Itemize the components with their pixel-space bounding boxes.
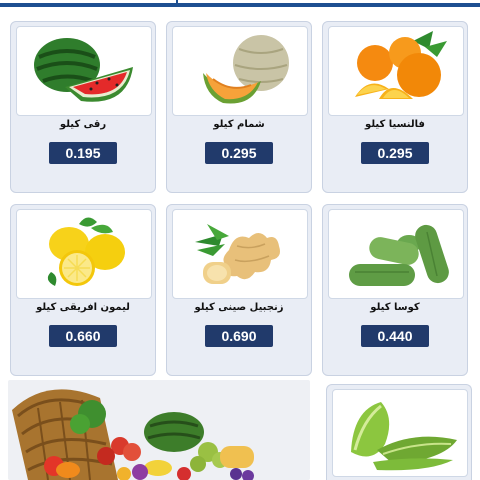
product-name: كوسا كيلو xyxy=(370,302,420,313)
lettuce-image xyxy=(332,389,468,477)
top-bar-line xyxy=(0,3,480,7)
product-card-melon[interactable]: شمام كيلو 0.295 xyxy=(166,21,312,193)
product-card-ginger[interactable]: زنجبيل صينى كيلو 0.690 xyxy=(166,204,312,376)
orange-icon xyxy=(355,31,447,99)
zucchini-icon xyxy=(349,224,449,286)
product-price: 0.195 xyxy=(49,142,117,164)
lemon-icon xyxy=(47,217,125,286)
orange-image xyxy=(328,26,464,116)
melon-image xyxy=(172,26,308,116)
watermelon-icon xyxy=(34,38,133,102)
product-card-orange[interactable]: فالنسيا كيلو 0.295 xyxy=(322,21,468,193)
ginger-icon xyxy=(195,224,280,284)
product-price: 0.440 xyxy=(361,325,429,347)
product-price: 0.295 xyxy=(361,142,429,164)
watermelon-image xyxy=(16,26,152,116)
product-card-zucchini[interactable]: كوسا كيلو 0.440 xyxy=(322,204,468,376)
product-name: شمام كيلو xyxy=(213,119,265,130)
product-card-lettuce[interactable] xyxy=(326,384,472,480)
promo-banner xyxy=(8,380,310,480)
zucchini-image xyxy=(328,209,464,299)
melon-icon xyxy=(203,35,289,104)
product-price: 0.690 xyxy=(205,325,273,347)
product-name: فالنسيا كيلو xyxy=(365,119,425,130)
product-name: رقى كيلو xyxy=(59,119,107,130)
product-card-lemon[interactable]: ليمون افريقى كيلو 0.660 xyxy=(10,204,156,376)
fruit-basket-icon xyxy=(12,389,254,480)
product-card-watermelon[interactable]: رقى كيلو 0.195 xyxy=(10,21,156,193)
lemon-image xyxy=(16,209,152,299)
lettuce-icon xyxy=(351,402,457,471)
product-price: 0.295 xyxy=(205,142,273,164)
product-price: 0.660 xyxy=(49,325,117,347)
product-name: زنجبيل صينى كيلو xyxy=(194,302,284,313)
top-bar xyxy=(0,0,480,7)
ginger-image xyxy=(172,209,308,299)
product-name: ليمون افريقى كيلو xyxy=(36,302,130,313)
top-bar-marker xyxy=(176,0,178,4)
